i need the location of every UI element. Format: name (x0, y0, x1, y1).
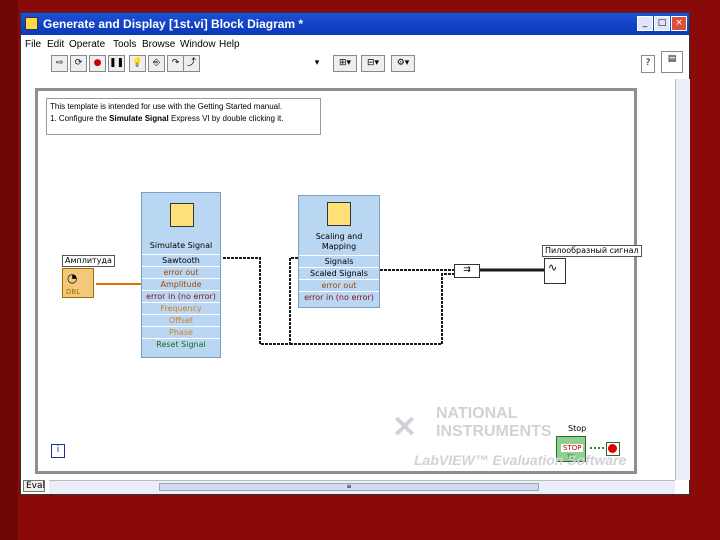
sim-terminal-amplitude[interactable]: Amplitude (142, 278, 220, 290)
sim-terminal-reset-signal[interactable]: Reset Signal (142, 338, 220, 350)
waveform-icon: ∿ (548, 261, 558, 274)
stop-button-text: STOP (561, 444, 584, 452)
waveform-graph-indicator[interactable]: ∿ (544, 258, 566, 284)
simulate-signal-icon (170, 203, 194, 227)
sim-terminal-phase[interactable]: Phase (142, 326, 220, 338)
sim-terminal-sawtooth[interactable]: Sawtooth (142, 254, 220, 266)
scaling-mapping-icon (327, 202, 351, 226)
watermark-line-3: LabVIEW™ Evaluation Software (414, 452, 627, 468)
stop-label: Stop (568, 424, 587, 433)
scaling-title-line-2: Mapping (321, 242, 357, 251)
scaling-title-line-1: Scaling and (315, 232, 363, 241)
graph-label: Пилообразный сигнал (542, 245, 642, 257)
amplitude-label: Амплитуда (62, 255, 115, 267)
watermark-line-1: NATIONAL (436, 405, 518, 422)
amplitude-type: DBL (66, 288, 81, 296)
sim-terminal-frequency[interactable]: Frequency (142, 302, 220, 314)
sim-terminal-offset[interactable]: Offset (142, 314, 220, 326)
sim-terminal-error-in[interactable]: error in (no error) (142, 290, 220, 302)
scale-terminal-signals[interactable]: Signals (299, 255, 379, 267)
sim-terminal-error-out[interactable]: error out (142, 266, 220, 278)
simulate-signal-title: Simulate Signal (149, 241, 213, 250)
watermark-line-2: INSTRUMENTS (436, 423, 552, 440)
simulate-signal-node[interactable]: Simulate Signal Sawtooth error out Ampli… (141, 192, 221, 358)
scale-terminal-error-out[interactable]: error out (299, 279, 379, 291)
info-icon[interactable]: i (51, 444, 65, 458)
knob-icon: ◔ (67, 271, 78, 285)
sawtooth-wire (223, 257, 298, 345)
merge-signals-node[interactable]: ⇉ (454, 264, 480, 278)
scale-terminal-error-in[interactable]: error in (no error) (299, 291, 379, 303)
scale-terminal-scaled-signals[interactable]: Scaled Signals (299, 267, 379, 279)
ni-logo-icon: ✕ (392, 411, 418, 444)
scaling-mapping-node[interactable]: Scaling and Mapping Signals Scaled Signa… (298, 195, 380, 308)
amplitude-control[interactable]: ◔ DBL (62, 268, 94, 298)
